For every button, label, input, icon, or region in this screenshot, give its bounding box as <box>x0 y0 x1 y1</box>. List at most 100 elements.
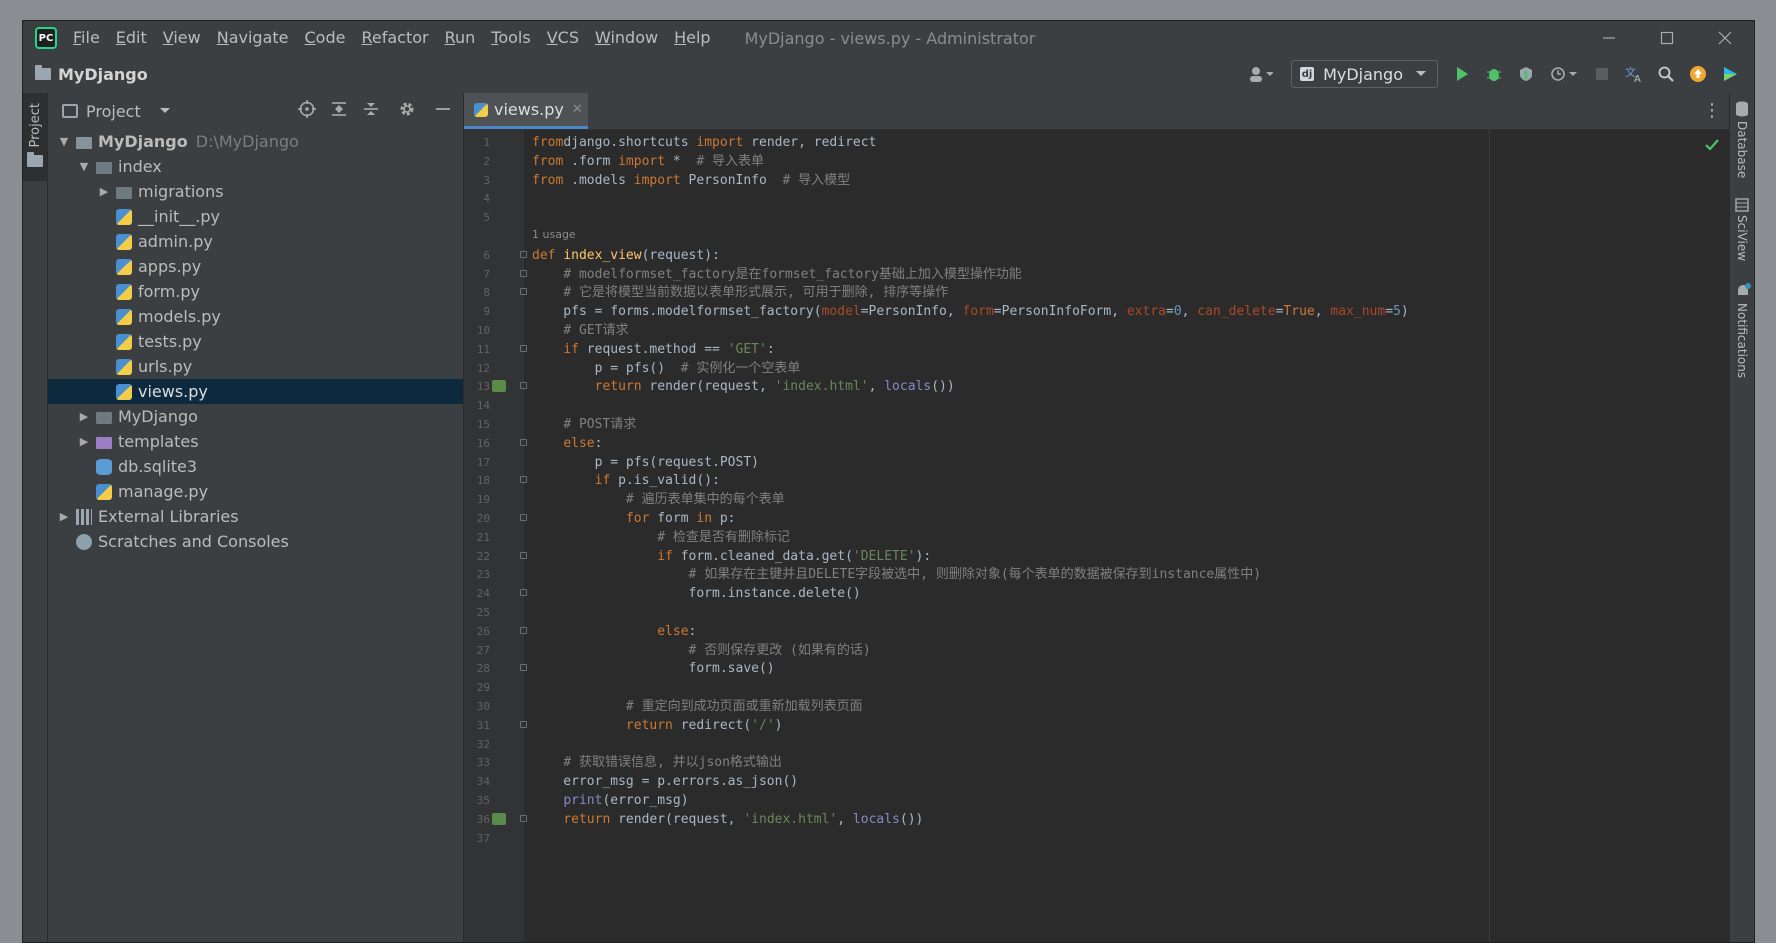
tree-item[interactable]: apps.py <box>48 254 463 279</box>
debug-icon[interactable] <box>1478 59 1510 89</box>
menu-label: iew <box>173 28 201 47</box>
update-icon[interactable] <box>1682 59 1714 89</box>
fold-marker-icon[interactable] <box>520 344 527 352</box>
menu-item[interactable]: Window <box>587 21 666 55</box>
python-file-icon <box>474 102 488 117</box>
chevron-right-icon[interactable]: ▶ <box>56 510 72 523</box>
database-tool-tab[interactable]: Database <box>1735 121 1749 178</box>
tree-item[interactable]: tests.py <box>48 329 463 354</box>
template-navigate-icon[interactable] <box>492 812 506 825</box>
run-icon[interactable] <box>1446 59 1478 89</box>
tree-item[interactable]: views.py <box>48 379 463 404</box>
translate-icon[interactable]: 文A <box>1618 59 1650 89</box>
fold-marker-icon[interactable] <box>520 720 527 728</box>
menu-item[interactable]: Run <box>437 21 484 55</box>
tab-views-py[interactable]: views.py ✕ <box>464 93 588 129</box>
usage-hint[interactable]: 1 usage <box>532 228 576 241</box>
tree-item[interactable]: manage.py <box>48 479 463 504</box>
tree-item[interactable]: ▶ migrations <box>48 179 463 204</box>
locate-icon[interactable] <box>291 99 323 123</box>
tree-item[interactable]: Scratches and Consoles <box>48 529 463 554</box>
tree-item[interactable]: form.py <box>48 279 463 304</box>
tree-item[interactable]: models.py <box>48 304 463 329</box>
project-tool-tab[interactable]: Project <box>23 93 47 181</box>
chevron-down-icon[interactable] <box>159 107 171 115</box>
fold-marker-icon[interactable] <box>520 664 527 672</box>
coverage-icon[interactable] <box>1510 59 1542 89</box>
fold-marker-icon[interactable] <box>520 269 527 277</box>
menu-item[interactable]: Edit <box>108 21 155 55</box>
gear-icon[interactable] <box>387 100 427 123</box>
code-token: form.cleaned_data.get( <box>672 548 853 564</box>
tree-item[interactable]: ▶ MyDjango <box>48 404 463 429</box>
fold-marker-icon[interactable] <box>520 382 527 390</box>
chevron-right-icon[interactable]: ▶ <box>76 410 92 423</box>
folder-icon <box>116 186 132 199</box>
search-icon[interactable] <box>1650 59 1682 89</box>
menu-item[interactable]: Refactor <box>353 21 436 55</box>
menu-mnemonic: R <box>444 28 455 47</box>
tree-item-label: form.py <box>138 282 201 301</box>
fold-marker-icon[interactable] <box>520 514 527 521</box>
run-config-label: MyDjango <box>1323 64 1403 84</box>
code-token: redirect( <box>672 717 752 733</box>
tree-item[interactable]: ▼ index <box>48 154 463 179</box>
close-icon[interactable] <box>1696 21 1754 55</box>
tree-item[interactable]: db.sqlite3 <box>48 454 463 479</box>
fold-marker-icon[interactable] <box>520 288 527 296</box>
user-account-icon[interactable] <box>1239 59 1283 89</box>
menu-item[interactable]: Help <box>666 21 718 55</box>
pycharm-logo-icon[interactable]: PC <box>35 27 57 49</box>
minimize-icon[interactable] <box>1580 21 1638 55</box>
chevron-down-icon[interactable]: ▼ <box>56 135 72 148</box>
menu-item[interactable]: View <box>155 21 209 55</box>
profile-icon[interactable] <box>1542 59 1586 89</box>
tree-item[interactable]: admin.py <box>48 229 463 254</box>
tree-item[interactable]: __init__.py <box>48 204 463 229</box>
code-editor[interactable]: 1 fromdjango.shortcuts import render, red… <box>464 130 1729 942</box>
sciview-tool-tab[interactable]: SciView <box>1735 215 1749 261</box>
collapse-all-icon[interactable] <box>355 101 387 122</box>
close-tab-icon[interactable]: ✕ <box>572 102 583 117</box>
tree-item[interactable]: ▶ templates <box>48 429 463 454</box>
chevron-right-icon[interactable]: ▶ <box>76 435 92 448</box>
run-configuration-selector[interactable]: dj MyDjango <box>1291 60 1438 88</box>
menu-item[interactable]: Navigate <box>209 21 297 55</box>
notifications-tool-tab[interactable]: Notifications <box>1735 303 1749 378</box>
tree-item[interactable]: ▶ External Libraries <box>48 504 463 529</box>
menu-item[interactable]: VCS <box>539 21 587 55</box>
template-navigate-icon[interactable] <box>492 380 506 393</box>
chevron-down-icon[interactable]: ▼ <box>76 160 92 173</box>
breadcrumb[interactable]: MyDjango <box>35 65 148 84</box>
database-icon <box>1735 101 1749 121</box>
menu-item[interactable]: File <box>65 21 108 55</box>
fold-marker-icon[interactable] <box>520 589 527 597</box>
more-options-icon[interactable]: ⋮ <box>1703 100 1721 121</box>
menu-mnemonic: V <box>546 28 558 47</box>
tree-item[interactable]: ▼ MyDjango D:\MyDjango <box>48 129 463 154</box>
jetbrains-ai-icon[interactable] <box>1714 59 1746 89</box>
menu-item[interactable]: Tools <box>483 21 538 55</box>
code-token: # modelformset_factory是在formset_factory基… <box>563 266 1022 282</box>
menu-item[interactable]: Code <box>297 21 354 55</box>
tree-item-label: __init__.py <box>138 207 221 226</box>
fold-marker-icon[interactable] <box>520 551 527 559</box>
expand-all-icon[interactable] <box>323 101 355 122</box>
library-icon <box>76 508 92 525</box>
fold-marker-icon[interactable] <box>520 476 527 484</box>
maximize-icon[interactable] <box>1638 21 1696 55</box>
python-file-icon <box>116 333 132 350</box>
stop-icon[interactable] <box>1586 59 1618 89</box>
fold-marker-icon[interactable] <box>520 814 527 822</box>
fold-marker-icon[interactable] <box>520 250 527 258</box>
hide-icon[interactable] <box>427 101 459 122</box>
tree-item[interactable]: urls.py <box>48 354 463 379</box>
project-panel-title[interactable]: Project <box>86 102 141 121</box>
fold-marker-icon[interactable] <box>520 438 527 446</box>
fold-marker-icon[interactable] <box>520 626 527 634</box>
chevron-right-icon[interactable]: ▶ <box>96 185 112 198</box>
